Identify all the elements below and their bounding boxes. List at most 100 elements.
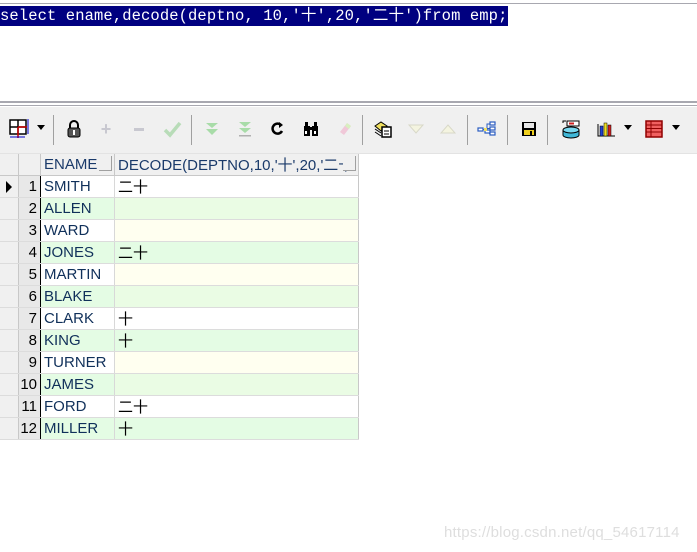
cell-decode[interactable] [114,351,359,374]
previous-page-button[interactable] [436,117,460,141]
row-number[interactable]: 6 [18,285,41,308]
cell-ename[interactable]: SMITH [40,175,115,198]
cell-ename[interactable]: FORD [40,395,115,418]
refresh-button[interactable] [266,117,290,141]
row-indicator[interactable] [0,307,19,330]
sql-text-selected[interactable]: select ename,decode(deptno, 10,'十',20,'二… [0,6,509,26]
export-dropdown-arrow[interactable] [672,125,680,130]
explain-plan-button[interactable] [475,117,499,141]
cell-decode[interactable] [114,285,359,308]
cell-ename[interactable]: MARTIN [40,263,115,286]
cell-decode[interactable]: 二十 [114,241,359,264]
column-filter-button[interactable] [99,156,112,171]
row-number[interactable]: 3 [18,219,41,242]
clear-button[interactable] [333,117,357,141]
chart-button[interactable] [594,117,618,141]
row-number[interactable]: 1 [18,175,41,198]
row-indicator[interactable] [0,395,19,418]
cell-ename[interactable]: JAMES [40,373,115,396]
lock-button[interactable] [62,117,86,141]
result-grid-toolbar: + [0,107,697,154]
table-row[interactable]: 2 ALLEN [0,197,359,220]
cell-decode[interactable]: 十 [114,417,359,440]
column-filter-button[interactable] [343,156,356,171]
row-indicator[interactable] [0,285,19,308]
cell-decode[interactable] [114,197,359,220]
cell-ename[interactable]: BLAKE [40,285,115,308]
export-button[interactable] [642,117,666,141]
cell-ename[interactable]: CLARK [40,307,115,330]
table-row[interactable]: 7 CLARK 十 [0,307,359,330]
query-by-example-button[interactable] [371,117,395,141]
column-header-label: DECODE(DEPTNO,10,'十',20,'二十 [118,157,354,174]
fetch-next-button[interactable] [200,117,224,141]
table-row[interactable]: 4 JONES 二十 [0,241,359,264]
find-button[interactable] [299,117,323,141]
row-number[interactable]: 2 [18,197,41,220]
cell-ename[interactable]: TURNER [40,351,115,374]
splitter-line [0,105,697,106]
cell-decode[interactable]: 二十 [114,175,359,198]
insert-record-button[interactable]: + [94,117,118,141]
row-indicator[interactable] [0,263,19,286]
cell-decode[interactable]: 二十 [114,395,359,418]
row-number[interactable]: 4 [18,241,41,264]
cell-decode[interactable] [114,373,359,396]
row-number[interactable]: 9 [18,351,41,374]
cell-ename[interactable]: ALLEN [40,197,115,220]
bar-chart-icon [597,122,615,137]
table-row[interactable]: 6 BLAKE [0,285,359,308]
row-number[interactable]: 12 [18,417,41,440]
row-indicator[interactable] [0,351,19,374]
row-indicator[interactable] [0,373,19,396]
row-number[interactable]: 8 [18,329,41,352]
column-header-ename[interactable]: ENAME [40,154,115,176]
cell-decode[interactable]: 十 [114,307,359,330]
row-number[interactable]: 11 [18,395,41,418]
grid-header-row: ENAME DECODE(DEPTNO,10,'十',20,'二十 [0,154,359,176]
cell-ename[interactable]: JONES [40,241,115,264]
row-indicator[interactable] [0,417,19,440]
refresh-icon [271,122,284,135]
post-changes-button[interactable] [160,117,184,141]
row-indicator[interactable] [0,175,19,198]
grid-layout-button[interactable] [8,117,32,141]
next-page-button[interactable] [404,117,428,141]
column-header-decode[interactable]: DECODE(DEPTNO,10,'十',20,'二十 [114,154,359,176]
table-row[interactable]: 1 SMITH 二十 [0,175,359,198]
cell-decode[interactable] [114,219,359,242]
row-number[interactable]: 10 [18,373,41,396]
cell-ename[interactable]: MILLER [40,417,115,440]
sql-editor[interactable]: select ename,decode(deptno, 10,'十',20,'二… [0,0,697,101]
export-to-database-button[interactable] [559,117,583,141]
table-row[interactable]: 12 MILLER 十 [0,417,359,440]
row-indicator[interactable] [0,329,19,352]
row-indicator[interactable] [0,219,19,242]
row-indicator[interactable] [0,197,19,220]
fetch-last-button[interactable] [233,117,257,141]
tree-icon [477,121,496,136]
cell-decode[interactable] [114,263,359,286]
column-header-label: ENAME [44,156,98,173]
table-row[interactable]: 8 KING 十 [0,329,359,352]
row-indicator[interactable] [0,241,19,264]
save-button[interactable] [517,117,541,141]
row-number[interactable]: 7 [18,307,41,330]
query-document-icon [374,121,392,138]
row-number[interactable]: 5 [18,263,41,286]
checkmark-icon [163,121,182,138]
current-row-arrow-icon [6,181,12,194]
table-row[interactable]: 10 JAMES [0,373,359,396]
table-row[interactable]: 11 FORD 二十 [0,395,359,418]
delete-record-button[interactable] [127,117,151,141]
cell-ename[interactable]: WARD [40,219,115,242]
splitter[interactable] [0,101,697,103]
grid-layout-dropdown-arrow[interactable] [37,125,45,130]
cell-ename[interactable]: KING [40,329,115,352]
chart-dropdown-arrow[interactable] [624,125,632,130]
toolbar-separator [191,115,192,145]
cell-decode[interactable]: 十 [114,329,359,352]
table-row[interactable]: 5 MARTIN [0,263,359,286]
table-row[interactable]: 9 TURNER [0,351,359,374]
table-row[interactable]: 3 WARD [0,219,359,242]
